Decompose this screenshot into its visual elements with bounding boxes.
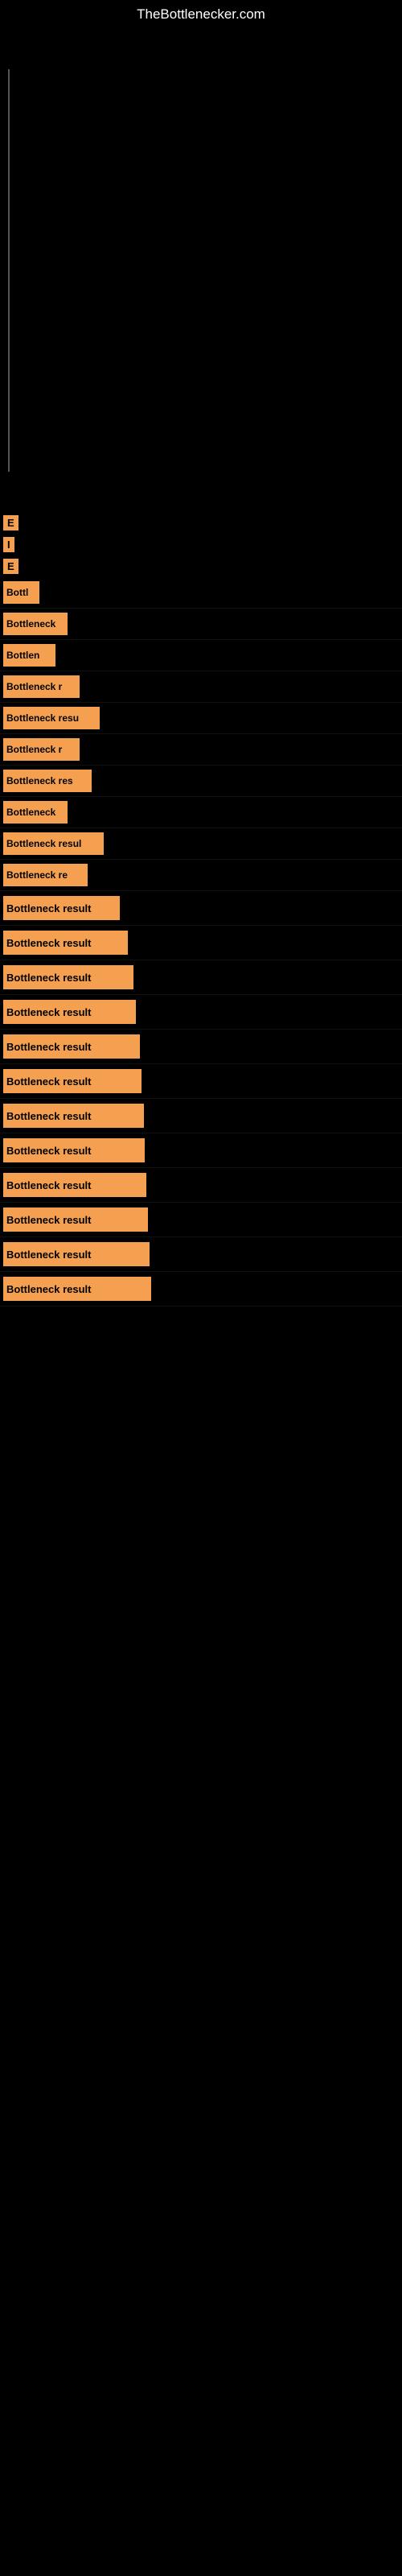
result-row-14: Bottleneck result — [0, 1030, 402, 1064]
result-row-4: Bottleneck resu — [0, 703, 402, 734]
result-row-1: Bottleneck — [0, 609, 402, 640]
result-row-12: Bottleneck result — [0, 960, 402, 995]
result-row-0: Bottl — [0, 577, 402, 609]
small-label-e1: E — [0, 512, 402, 534]
result-row-15: Bottleneck result — [0, 1064, 402, 1099]
result-row-21: Bottleneck result — [0, 1272, 402, 1307]
result-row-16: Bottleneck result — [0, 1099, 402, 1133]
result-row-3: Bottleneck r — [0, 671, 402, 703]
result-row-5: Bottleneck r — [0, 734, 402, 766]
result-row-17: Bottleneck result — [0, 1133, 402, 1168]
result-row-2: Bottlen — [0, 640, 402, 671]
result-row-9: Bottleneck re — [0, 860, 402, 891]
site-title-area: TheBottlenecker.com — [0, 0, 402, 29]
site-title: TheBottlenecker.com — [137, 6, 265, 22]
result-row-13: Bottleneck result — [0, 995, 402, 1030]
result-row-7: Bottleneck — [0, 797, 402, 828]
result-row-8: Bottleneck resul — [0, 828, 402, 860]
small-label-i: I — [0, 534, 402, 555]
result-row-20: Bottleneck result — [0, 1237, 402, 1272]
vertical-axis-line — [8, 69, 10, 472]
bottom-fill — [0, 1307, 402, 1468]
result-row-19: Bottleneck result — [0, 1203, 402, 1237]
small-label-e2: E — [0, 555, 402, 577]
result-row-10: Bottleneck result — [0, 891, 402, 926]
chart-area — [0, 29, 402, 512]
result-row-18: Bottleneck result — [0, 1168, 402, 1203]
result-row-6: Bottleneck res — [0, 766, 402, 797]
result-row-11: Bottleneck result — [0, 926, 402, 960]
